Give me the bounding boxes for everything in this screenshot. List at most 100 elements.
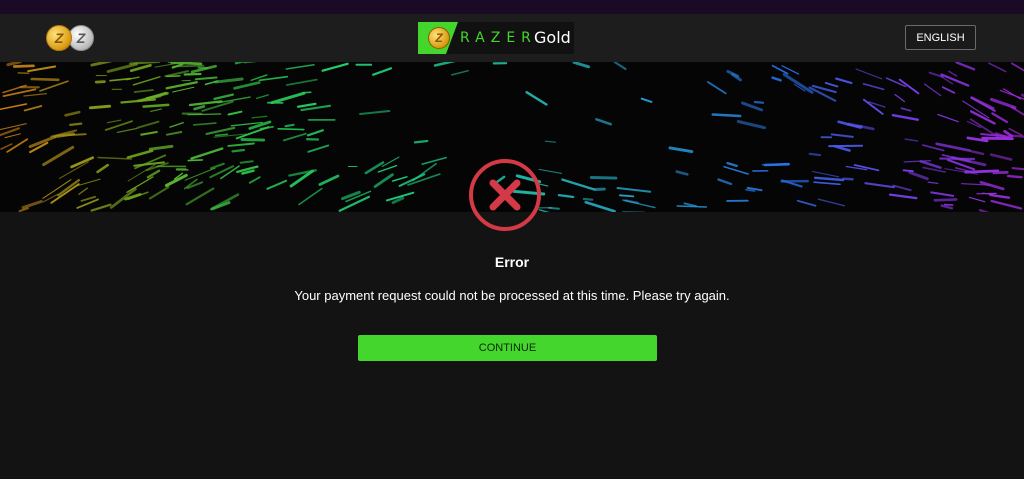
banner-streak [136,120,160,129]
banner-streak [194,76,218,81]
banner-streak [726,161,738,168]
banner-streak [940,204,954,210]
banner-streak [904,138,919,142]
banner-streak [589,176,618,180]
banner-streak [284,123,295,128]
banner-streak [6,62,22,67]
banner-streak [970,96,995,110]
banner-streak [981,136,1014,141]
banner-streak [741,101,764,112]
banner-streak [240,138,266,142]
banner-streak [572,62,591,69]
banner-streak [233,81,261,90]
banner-streak [1002,88,1022,100]
banner-streak [148,186,170,200]
banner-streak [214,133,229,137]
banner-streak [184,167,216,181]
razer-gold-logo[interactable]: Z RAZER Gold [418,22,574,54]
logo-product-text: Gold [534,28,571,47]
banner-streak [185,187,215,206]
banner-streak [58,161,89,179]
continue-button[interactable]: CONTINUE [358,335,657,361]
banner-streak [192,122,217,126]
banner-streak [172,86,195,93]
banner-streak [902,169,914,173]
banner-streak [97,156,133,160]
banner-streak [891,113,919,121]
banner-streak [989,153,1013,161]
banner-streak [413,139,429,144]
banner-streak [372,67,393,76]
banner-streak [0,103,28,110]
banner-streak [190,147,224,160]
logo-coin-icon: Z [428,27,450,49]
banner-streak [753,100,765,104]
banner-streak [0,143,13,150]
banner-streak [148,144,174,151]
banner-streak [146,169,161,179]
language-button[interactable]: ENGLISH [905,25,976,50]
banner-streak [782,73,814,94]
banner-streak [80,195,97,202]
banner-streak [42,145,75,167]
banner-streak [133,89,154,93]
banner-streak [412,162,437,182]
banner-streak [808,152,822,157]
banner-streak [584,201,616,212]
banner-streak [126,149,154,159]
banner-streak [992,170,1009,175]
banner-streak [116,127,138,134]
banner-streak [129,62,161,65]
banner-streak [862,82,885,91]
banner-streak [451,69,469,76]
banner-streak [391,176,408,182]
banner-streak [165,75,181,78]
banner-streak [277,128,305,131]
banner-streak [978,208,990,212]
banner-streak [717,178,733,186]
banner-streak [1010,106,1024,116]
banner-streak [933,198,958,202]
banner-streak [619,194,635,198]
banner-streak [373,173,394,188]
banner-streak [1003,129,1014,138]
banner-streak [285,63,315,70]
banner-streak [23,93,48,97]
banner-streak [4,133,21,139]
banner-streak [243,62,258,64]
banner-streak [298,187,323,206]
banner-streak [23,105,43,112]
banner-streak [892,184,912,192]
banner-streak [595,118,612,126]
gold-coin-icon: Z [46,25,72,51]
banner-streak [864,182,896,189]
banner-streak [258,75,289,82]
banner-streak [307,144,330,153]
banner-streak [12,64,35,68]
banner-streak [525,91,548,106]
banner-streak [948,70,958,77]
banner-streak [90,203,112,212]
banner-streak [1011,62,1024,72]
header-bar: Z Z Z RAZER Gold ENGLISH [0,14,1024,62]
banner-streak [150,108,162,113]
banner-streak [90,62,113,67]
banner-streak [824,81,839,88]
banner-streak [811,170,840,178]
banner-streak [183,72,202,76]
banner-streak [88,104,112,110]
banner-streak [285,78,318,86]
banner-streak [830,133,854,138]
banner-streak [842,177,854,181]
coins-icon: Z Z [46,25,98,52]
banner-streak [359,109,391,116]
banner-streak [193,105,206,111]
error-x-circle-icon [467,157,543,233]
banner-streak [796,199,817,207]
banner-streak [187,113,222,116]
banner-streak [908,171,929,181]
banner-streak [78,187,89,195]
banner-streak [214,77,244,84]
banner-streak [999,89,1024,100]
banner-streak [968,196,986,203]
